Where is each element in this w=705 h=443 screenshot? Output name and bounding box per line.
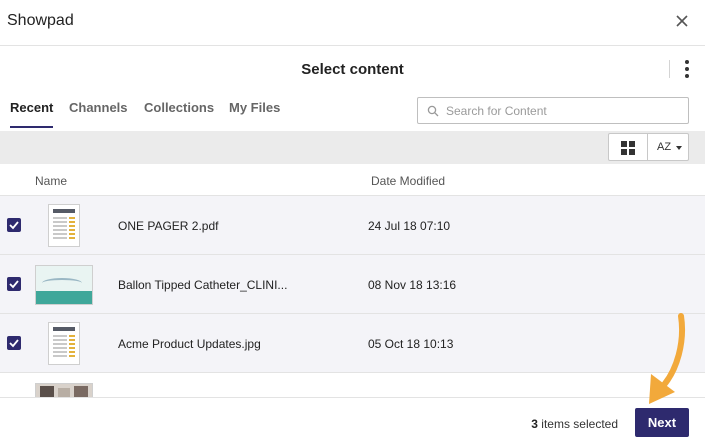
app-title: Showpad bbox=[7, 12, 74, 29]
header-divider bbox=[669, 60, 670, 78]
file-name: Acme Product Updates.jpg bbox=[118, 337, 261, 351]
grid-icon bbox=[621, 141, 635, 155]
sort-button[interactable]: AZ bbox=[647, 133, 689, 161]
more-options-icon[interactable] bbox=[680, 58, 694, 80]
sort-label: AZ bbox=[657, 141, 672, 153]
table-row[interactable]: ONE PAGER 2.pdf 24 Jul 18 07:10 bbox=[0, 196, 705, 255]
checkbox-checked-icon[interactable] bbox=[7, 336, 21, 350]
chevron-down-icon bbox=[676, 146, 682, 150]
tab-my-files[interactable]: My Files bbox=[229, 100, 280, 115]
table-row[interactable] bbox=[0, 373, 705, 397]
tab-channels[interactable]: Channels bbox=[69, 100, 128, 115]
file-date: 05 Oct 18 10:13 bbox=[368, 337, 454, 351]
search-icon bbox=[427, 105, 439, 117]
grid-view-button[interactable] bbox=[608, 133, 648, 161]
file-list: ONE PAGER 2.pdf 24 Jul 18 07:10 Ballon T… bbox=[0, 196, 705, 397]
column-header-date-modified[interactable]: Date Modified bbox=[371, 174, 445, 188]
search-input[interactable] bbox=[446, 98, 682, 123]
selected-suffix: items selected bbox=[541, 417, 618, 431]
checkbox-checked-icon[interactable] bbox=[7, 277, 21, 291]
table-row[interactable]: Ballon Tipped Catheter_CLINI... 08 Nov 1… bbox=[0, 255, 705, 314]
active-tab-indicator bbox=[10, 126, 53, 128]
selected-count: 3 bbox=[531, 417, 538, 431]
close-icon[interactable] bbox=[671, 10, 693, 32]
table-row[interactable]: Acme Product Updates.jpg 05 Oct 18 10:13 bbox=[0, 314, 705, 373]
modal-footer: 3 items selected Next bbox=[0, 397, 705, 443]
file-thumbnail bbox=[35, 265, 93, 305]
file-thumbnail bbox=[48, 204, 80, 247]
file-date: 24 Jul 18 07:10 bbox=[368, 219, 451, 233]
checkbox-checked-icon[interactable] bbox=[7, 218, 21, 232]
file-thumbnail bbox=[35, 383, 93, 397]
tab-recent[interactable]: Recent bbox=[10, 100, 53, 115]
tab-collections[interactable]: Collections bbox=[144, 100, 214, 115]
modal-title: Select content bbox=[301, 61, 404, 78]
title-bar: Showpad bbox=[0, 0, 705, 46]
file-thumbnail bbox=[48, 322, 80, 365]
column-header-name[interactable]: Name bbox=[35, 174, 67, 188]
file-name: Ballon Tipped Catheter_CLINI... bbox=[118, 278, 288, 292]
view-toolbar: AZ bbox=[0, 131, 705, 164]
selection-summary: 3 items selected bbox=[531, 417, 618, 431]
search-box[interactable] bbox=[417, 97, 689, 124]
file-date: 08 Nov 18 13:16 bbox=[368, 278, 457, 292]
modal-header: Select content bbox=[0, 46, 705, 92]
next-button[interactable]: Next bbox=[635, 408, 689, 437]
file-name: ONE PAGER 2.pdf bbox=[118, 219, 219, 233]
table-header: Name Date Modified bbox=[0, 164, 705, 196]
